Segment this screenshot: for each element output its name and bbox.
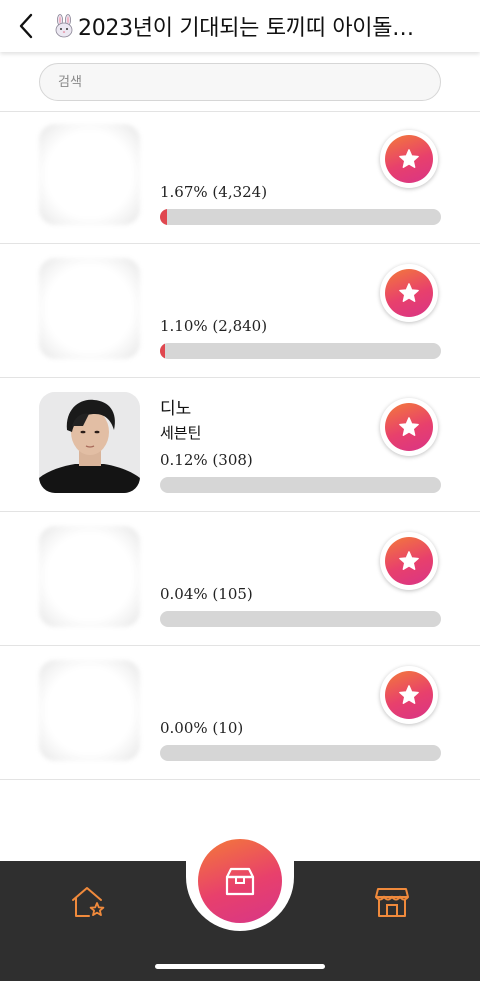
vote-button[interactable] <box>380 398 438 456</box>
center-box-button[interactable] <box>198 839 282 923</box>
candidate-list: 1.67% (4,324) 1.10% (2,840) 디노 세븐틴 0.12%… <box>0 110 480 780</box>
candidate-name: 디노 <box>160 399 192 419</box>
vote-percent: 1.10% (2,840) <box>160 317 268 335</box>
page-title-text: 2023년이 기대되는 토끼띠 아이돌… <box>78 16 414 41</box>
vote-progress-bar <box>160 477 441 493</box>
vote-progress-fill <box>160 343 165 359</box>
home-indicator <box>155 964 325 969</box>
list-item[interactable]: 1.10% (2,840) <box>0 244 480 378</box>
box-icon <box>225 867 255 896</box>
star-icon <box>399 283 419 302</box>
top-header: 2023년이 기대되는 토끼띠 아이돌… <box>0 0 480 52</box>
person-photo-icon <box>39 392 140 493</box>
candidate-photo <box>39 258 140 359</box>
home-star-icon <box>72 887 105 917</box>
vote-button[interactable] <box>380 532 438 590</box>
star-icon <box>399 685 419 704</box>
vote-button[interactable] <box>380 130 438 188</box>
chevron-left-icon <box>19 13 33 39</box>
vote-percent: 0.00% (10) <box>160 719 244 737</box>
vote-progress-bar <box>160 611 441 627</box>
vote-percent: 0.04% (105) <box>160 585 253 603</box>
rabbit-emoji-icon <box>55 14 73 38</box>
nav-home-button[interactable] <box>68 882 108 922</box>
star-icon <box>399 551 419 570</box>
vote-progress-bar <box>160 209 441 225</box>
vote-progress-fill <box>160 209 168 225</box>
candidate-group: 세븐틴 <box>160 424 202 442</box>
list-item[interactable]: 0.04% (105) <box>0 512 480 646</box>
candidate-photo <box>39 526 140 627</box>
back-button[interactable] <box>0 0 52 52</box>
page-title: 2023년이 기대되는 토끼띠 아이돌… <box>52 10 462 42</box>
candidate-photo <box>39 124 140 225</box>
vote-progress-bar <box>160 745 441 761</box>
vote-button[interactable] <box>380 666 438 724</box>
vote-button[interactable] <box>380 264 438 322</box>
vote-percent: 0.12% (308) <box>160 451 253 469</box>
star-icon <box>399 417 419 436</box>
list-item[interactable]: 1.67% (4,324) <box>0 110 480 244</box>
search-bar <box>0 52 480 112</box>
list-item[interactable]: 디노 세븐틴 0.12% (308) <box>0 378 480 512</box>
candidate-photo <box>39 392 140 493</box>
nav-store-button[interactable] <box>372 882 412 922</box>
store-icon <box>375 888 409 917</box>
star-icon <box>399 149 419 168</box>
vote-progress-bar <box>160 343 441 359</box>
candidate-photo <box>39 660 140 761</box>
list-item[interactable]: 0.00% (10) <box>0 646 480 780</box>
vote-percent: 1.67% (4,324) <box>160 183 268 201</box>
search-input[interactable] <box>39 63 441 101</box>
